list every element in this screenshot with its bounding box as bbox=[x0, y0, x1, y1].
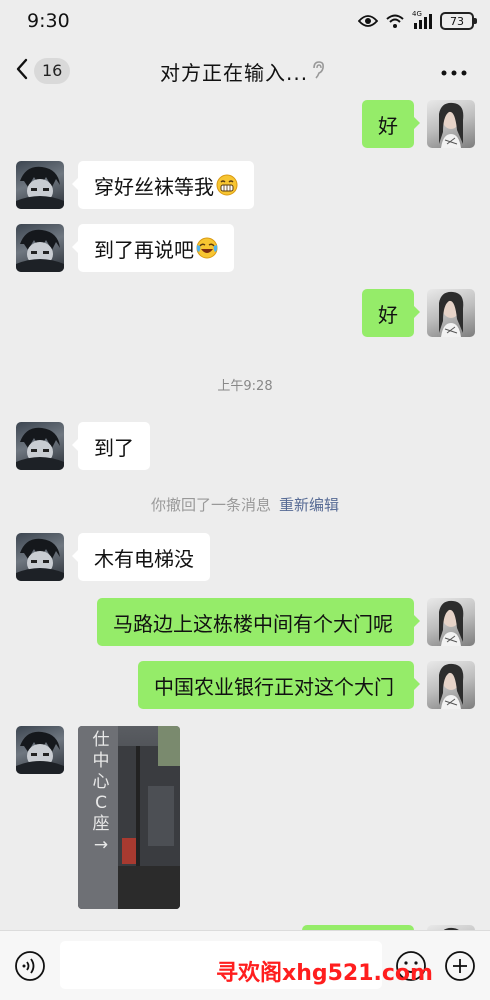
recall-notice: 你撤回了一条消息 重新编辑 bbox=[0, 494, 490, 515]
message-text: 到了 bbox=[94, 435, 134, 460]
my-avatar[interactable] bbox=[427, 100, 475, 148]
contact-avatar[interactable] bbox=[16, 422, 64, 470]
battery-icon: 73 bbox=[440, 12, 477, 30]
contact-avatar[interactable] bbox=[16, 726, 64, 774]
chat-timestamp: 上午9:28 bbox=[217, 379, 273, 394]
my-avatar[interactable] bbox=[427, 661, 475, 709]
back-chevron-icon bbox=[14, 57, 30, 85]
ear-icon bbox=[311, 60, 325, 84]
network-label: 4G bbox=[412, 10, 422, 18]
message-text: 好 bbox=[378, 113, 398, 138]
message-text: 中国农业银行正对这个大门 bbox=[154, 674, 394, 699]
contact-avatar[interactable] bbox=[16, 533, 64, 581]
message-bubble[interactable]: 好 bbox=[362, 289, 420, 337]
voice-button[interactable] bbox=[14, 950, 46, 982]
re-edit-link[interactable]: 重新编辑 bbox=[279, 496, 339, 514]
photo-caption: 仕中心C座→ bbox=[92, 730, 110, 855]
message-text: 木有电梯没 bbox=[94, 546, 194, 571]
my-avatar[interactable] bbox=[427, 289, 475, 337]
message-text: 马路边上这栋楼中间有个大门呢 bbox=[113, 611, 393, 636]
my-avatar[interactable] bbox=[427, 598, 475, 646]
back-button[interactable]: 16 bbox=[14, 56, 74, 86]
message-bubble[interactable]: 木有电梯没 bbox=[72, 533, 210, 581]
grin-emoji-icon bbox=[216, 174, 238, 196]
photo-message[interactable]: 仕中心C座→ bbox=[78, 726, 180, 909]
chat-screen: 9:30 4G 73 16 对方正在输入... 好 穿好丝袜等我 到了再说吧 好… bbox=[0, 0, 490, 1000]
nav-bar: 16 对方正在输入... bbox=[0, 42, 490, 100]
laugh-cry-emoji-icon bbox=[196, 237, 218, 259]
chat-title: 对方正在输入... bbox=[160, 61, 309, 85]
message-bubble[interactable]: 好 bbox=[362, 100, 420, 148]
plus-icon bbox=[445, 951, 475, 981]
message-bubble[interactable]: 马路边上这栋楼中间有个大门呢 bbox=[97, 598, 420, 646]
message-text: 到了再说吧 bbox=[94, 237, 194, 262]
status-time: 9:30 bbox=[27, 10, 70, 32]
voice-icon bbox=[15, 951, 45, 981]
more-icon bbox=[441, 70, 467, 76]
battery-level: 73 bbox=[450, 14, 464, 28]
watermark-text: 寻欢阁xhg521.com bbox=[216, 961, 433, 986]
more-functions-button[interactable] bbox=[444, 950, 476, 982]
message-list[interactable]: 好 穿好丝袜等我 到了再说吧 好 上午9:28 到了 你撤回了一条消息 重新编辑… bbox=[0, 100, 490, 973]
recall-text: 你撤回了一条消息 bbox=[150, 496, 271, 514]
message-bubble[interactable]: 到了再说吧 bbox=[72, 224, 234, 272]
contact-avatar[interactable] bbox=[16, 224, 64, 272]
status-bar: 9:30 4G 73 bbox=[0, 0, 490, 42]
unread-count-badge: 16 bbox=[34, 58, 71, 84]
message-bubble[interactable]: 中国农业银行正对这个大门 bbox=[138, 661, 420, 709]
contact-avatar[interactable] bbox=[16, 161, 64, 209]
message-bubble[interactable]: 穿好丝袜等我 bbox=[72, 161, 254, 209]
message-text: 好 bbox=[378, 302, 398, 327]
eye-icon bbox=[358, 14, 378, 28]
message-bubble[interactable]: 到了 bbox=[72, 422, 150, 470]
message-text: 穿好丝袜等我 bbox=[94, 174, 214, 199]
more-options-button[interactable] bbox=[440, 62, 470, 80]
status-icons: 4G 73 bbox=[358, 10, 477, 32]
wifi-icon bbox=[386, 13, 404, 29]
signal-icon: 4G bbox=[412, 10, 432, 29]
